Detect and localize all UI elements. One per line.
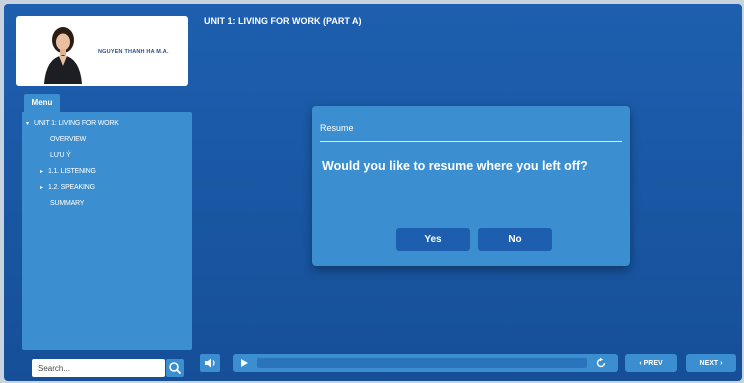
menu-item-luu-y[interactable]: LƯU Ý — [50, 152, 71, 159]
presenter-name: NGUYEN THANH HA M.A. — [98, 49, 169, 55]
presenter-card: NGUYEN THANH HA M.A. — [16, 16, 188, 86]
search-icon — [169, 362, 181, 374]
volume-icon — [205, 358, 215, 368]
dialog-divider — [320, 141, 622, 142]
chevron-down-icon[interactable]: ▾ — [26, 120, 34, 127]
prev-button[interactable]: ‹ PREV — [625, 354, 677, 372]
menu-item-summary[interactable]: SUMMARY — [50, 200, 84, 207]
tab-menu[interactable]: Menu — [24, 94, 60, 112]
search-input[interactable] — [32, 359, 165, 377]
dialog-question: Would you like to resume where you left … — [322, 159, 588, 173]
menu-item-unit-1[interactable]: ▾ UNIT 1: LIVING FOR WORK — [26, 120, 119, 127]
menu-panel: ▾ UNIT 1: LIVING FOR WORK OVERVIEW LƯU Ý … — [22, 112, 192, 350]
slide-title: UNIT 1: LIVING FOR WORK (PART A) — [204, 16, 362, 26]
menu-item-listening[interactable]: ▸ 1.1. LISTENING — [40, 168, 96, 175]
no-button[interactable]: No — [478, 228, 552, 251]
yes-button[interactable]: Yes — [396, 228, 470, 251]
search-button[interactable] — [166, 359, 184, 377]
course-player: NGUYEN THANH HA M.A. Menu ▾ UNIT 1: LIVIN… — [4, 4, 742, 381]
menu-item-overview[interactable]: OVERVIEW — [50, 136, 86, 143]
dialog-title: Resume — [320, 123, 354, 133]
play-icon[interactable] — [239, 358, 249, 368]
menu-item-label: 1.1. LISTENING — [48, 168, 96, 175]
replay-icon[interactable] — [595, 357, 607, 369]
menu-item-label: 1.2. SPEAKING — [48, 184, 95, 191]
chevron-right-icon[interactable]: ▸ — [40, 184, 48, 191]
resume-dialog: Resume Would you like to resume where yo… — [312, 106, 630, 266]
presenter-photo — [44, 27, 82, 84]
menu-item-speaking[interactable]: ▸ 1.2. SPEAKING — [40, 184, 95, 191]
volume-button[interactable] — [200, 354, 220, 372]
chevron-right-icon[interactable]: ▸ — [40, 168, 48, 175]
next-button[interactable]: NEXT › — [686, 354, 736, 372]
playback-bar — [233, 354, 618, 372]
sidebar: NGUYEN THANH HA M.A. Menu ▾ UNIT 1: LIVIN… — [10, 10, 192, 377]
progress-slider[interactable] — [257, 358, 587, 368]
menu-item-label: UNIT 1: LIVING FOR WORK — [34, 120, 119, 127]
